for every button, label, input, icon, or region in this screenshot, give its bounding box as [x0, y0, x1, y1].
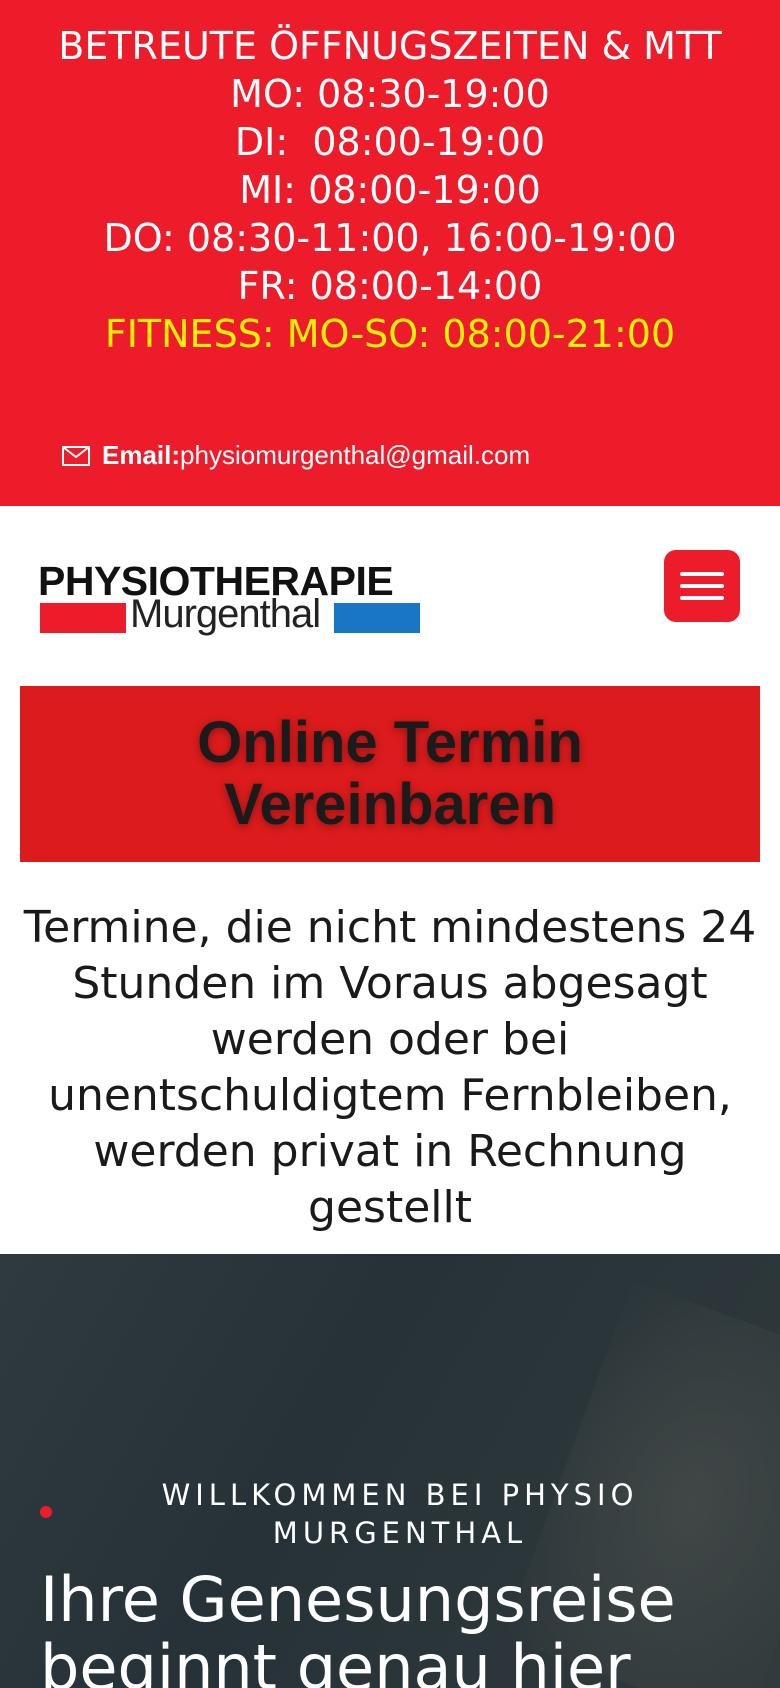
cancellation-notice: Termine, die nicht mindestens 24 Stunden… — [23, 902, 757, 1233]
slider-dot[interactable] — [40, 1506, 52, 1518]
hero-eyebrow: WILLKOMMEN BEI PHYSIO MURGENTHAL — [161, 1478, 639, 1550]
hamburger-icon-bar-2 — [680, 584, 724, 588]
site-logo[interactable]: PHYSIOTHERAPIE Murgenthal — [38, 536, 423, 646]
logo-red-bar — [40, 603, 126, 633]
hamburger-icon-bar-3 — [680, 596, 724, 600]
online-appointment-button[interactable]: Online Termin Vereinbaren — [20, 686, 760, 862]
hamburger-icon — [680, 572, 724, 576]
hero-section: WILLKOMMEN BEI PHYSIO MURGENTHAL Ihre Ge… — [0, 1254, 780, 1688]
email-link[interactable]: physiomurgenthal@gmail.com — [180, 440, 530, 471]
email-label: Email: — [102, 440, 181, 470]
email-contact[interactable]: Email: physiomurgenthal@gmail.com — [62, 440, 530, 471]
online-appointment-label: Online Termin Vereinbaren — [197, 710, 583, 837]
hours-thursday: DO: 08:30-11:00, 16:00-19:00 — [103, 216, 677, 260]
opening-hours-banner: BETREUTE ÖFFNUGSZEITEN & MTT MO: 08:30-1… — [0, 0, 780, 506]
opening-hours: BETREUTE ÖFFNUGSZEITEN & MTT MO: 08:30-1… — [0, 22, 780, 358]
hero-headline: Ihre Genesungsreise beginnt genau hier — [40, 1563, 676, 1688]
opening-hours-title: BETREUTE ÖFFNUGSZEITEN & MTT — [58, 24, 722, 68]
logo-subtitle: Murgenthal — [130, 592, 321, 636]
hours-tuesday: DI: 08:00-19:00 — [234, 120, 546, 164]
mail-icon — [62, 445, 90, 466]
logo-blue-bar — [334, 603, 420, 633]
hours-wednesday: MI: 08:00-19:00 — [239, 168, 541, 212]
hours-monday: MO: 08:30-19:00 — [230, 72, 550, 116]
fitness-hours: FITNESS: MO-SO: 08:00-21:00 — [104, 312, 676, 356]
hours-friday: FR: 08:00-14:00 — [237, 264, 543, 308]
site-header: PHYSIOTHERAPIE Murgenthal — [0, 506, 780, 686]
menu-button[interactable] — [664, 550, 740, 622]
